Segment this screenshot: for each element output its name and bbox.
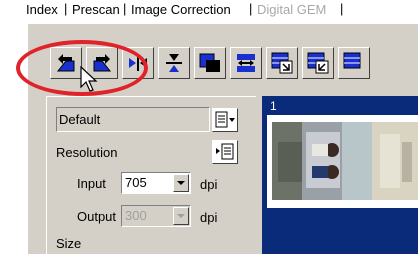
tab-separator: | [340, 1, 344, 16]
tab-bar: Index | Prescan | Image Correction | Dig… [0, 0, 418, 24]
invert-icon [199, 53, 220, 72]
tab-separator: | [64, 1, 68, 16]
output-unit: dpi [200, 210, 218, 225]
preset-menu-button[interactable] [212, 108, 238, 132]
move-button[interactable] [230, 47, 262, 79]
preset-field[interactable]: Default [56, 107, 210, 132]
move-icon [237, 54, 255, 72]
toolbar-extra-button[interactable] [338, 47, 370, 79]
output-resolution-select[interactable]: 300 [121, 205, 191, 227]
resolution-label: Resolution [56, 145, 118, 160]
crop-image-button[interactable] [266, 47, 298, 79]
size-label: Size [56, 236, 82, 251]
list-menu-icon [215, 111, 235, 128]
tab-separator: | [123, 1, 127, 16]
crop-image-more-icon [343, 52, 361, 69]
flip-vertical-icon [166, 54, 182, 72]
mouse-pointer-icon [80, 66, 98, 92]
thumbnail-number: 1 [270, 99, 277, 113]
input-resolution-label: Input [77, 176, 106, 191]
tab-digital-gem[interactable]: Digital GEM [257, 1, 326, 18]
invert-button[interactable] [194, 47, 226, 79]
crop-image-alt-button[interactable] [302, 47, 334, 79]
crop-image-alt-icon [307, 52, 329, 74]
chevron-down-icon[interactable] [173, 174, 189, 192]
thumbnail-image[interactable] [272, 122, 418, 200]
tab-image-correction[interactable]: Image Correction [131, 1, 231, 18]
output-resolution-value: 300 [125, 208, 147, 223]
output-resolution-label: Output [77, 209, 117, 224]
tab-prescan[interactable]: Prescan [72, 1, 120, 18]
input-resolution-value: 705 [125, 175, 147, 190]
tab-separator: | [249, 1, 253, 16]
flip-vertical-button[interactable] [158, 47, 190, 79]
crop-image-icon [271, 52, 293, 74]
input-resolution-select[interactable]: 705 [121, 172, 191, 194]
preset-value: Default [59, 112, 101, 127]
photo-thumbnail [272, 122, 418, 200]
list-menu-icon [216, 143, 234, 160]
tab-index[interactable]: Index [26, 1, 58, 18]
resolution-menu-button[interactable] [212, 140, 238, 164]
input-unit: dpi [200, 177, 218, 192]
chevron-down-icon[interactable] [173, 207, 189, 225]
